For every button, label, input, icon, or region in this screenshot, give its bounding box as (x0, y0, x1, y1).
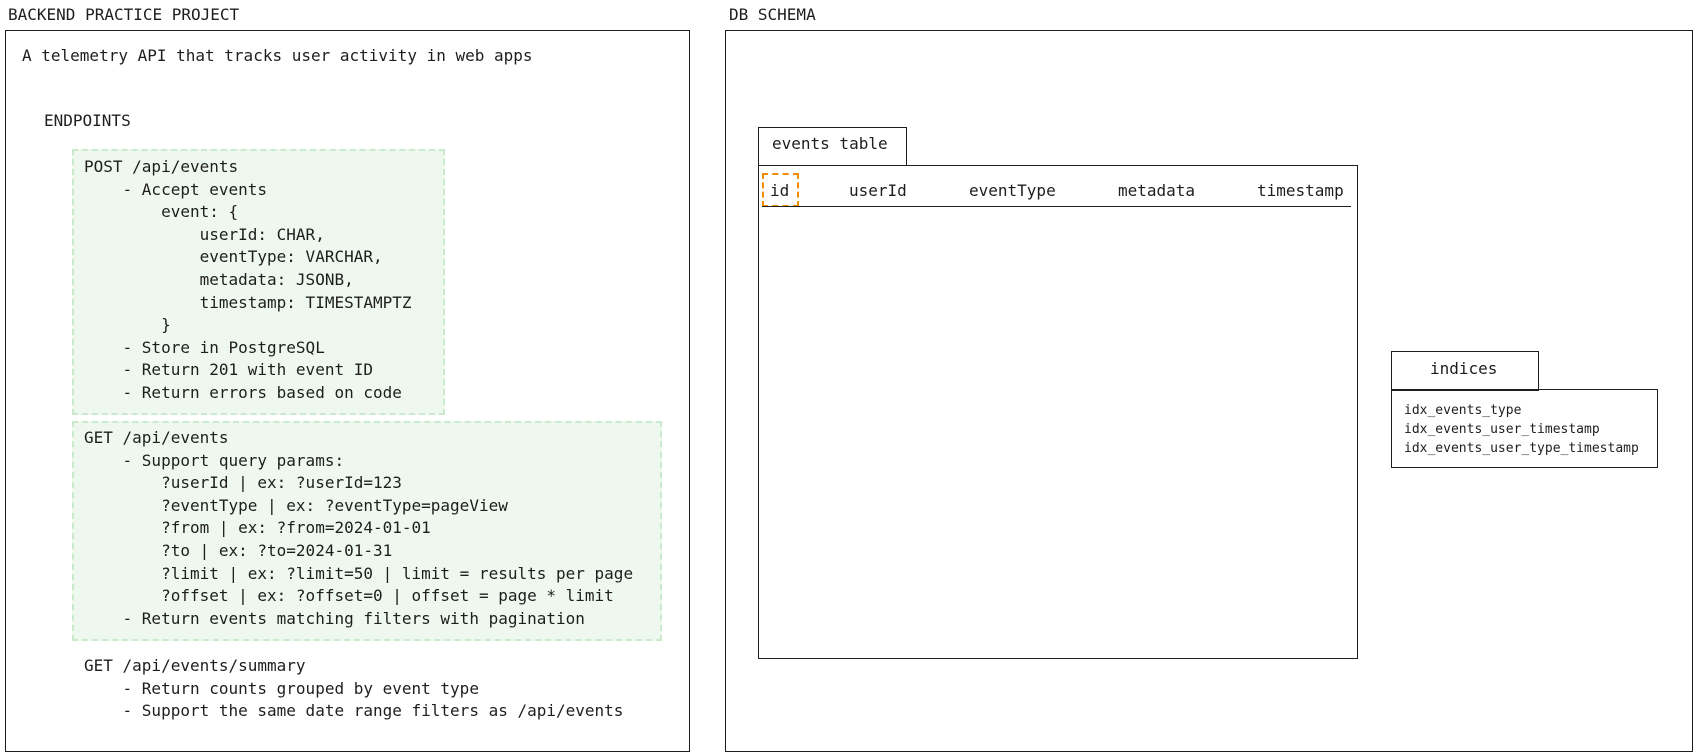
post-line: metadata: JSONB, (84, 269, 354, 289)
get-line: ?offset | ex: ?offset=0 | offset = page … (84, 586, 614, 606)
column-id: id (770, 181, 790, 200)
summary-endpoint-text: GET /api/events/summary - Return counts … (84, 655, 623, 723)
column-timestamp: timestamp (1257, 181, 1344, 200)
indices-list: idx_events_type idx_events_user_timestam… (1404, 401, 1639, 458)
summary-line: - Support the same date range filters as… (84, 701, 624, 721)
column-metadata: metadata (1118, 181, 1196, 200)
get-line: ?limit | ex: ?limit=50 | limit = results… (84, 563, 634, 583)
project-description: A telemetry API that tracks user activit… (22, 46, 533, 65)
right-frame-label: DB SCHEMA (729, 5, 816, 24)
summary-line: - Return counts grouped by event type (84, 678, 479, 698)
column-userid: userId (849, 181, 907, 200)
events-table-title: events table (772, 134, 888, 153)
get-endpoint-text: GET /api/events - Support query params: … (84, 427, 633, 630)
get-line: GET /api/events (84, 428, 229, 447)
endpoints-heading: ENDPOINTS (44, 111, 131, 130)
post-line: timestamp: TIMESTAMPTZ (84, 292, 412, 312)
post-line: event: { (84, 202, 239, 222)
index-item: idx_events_user_type_timestamp (1404, 441, 1639, 456)
get-line: ?from | ex: ?from=2024-01-01 (84, 518, 431, 538)
get-line: - Support query params: (84, 450, 345, 470)
post-line: - Accept events (84, 179, 268, 199)
post-line: - Return 201 with event ID (84, 360, 373, 380)
get-line: ?userId | ex: ?userId=123 (84, 473, 402, 493)
header-divider (762, 206, 1351, 207)
post-line: - Store in PostgreSQL (84, 337, 325, 357)
post-line: POST /api/events (84, 157, 239, 176)
post-line: } (84, 315, 171, 335)
post-line: - Return errors based on code (84, 382, 402, 402)
index-item: idx_events_user_timestamp (1404, 422, 1600, 437)
column-eventtype: eventType (969, 181, 1056, 200)
get-line: ?to | ex: ?to=2024-01-31 (84, 540, 393, 560)
get-line: - Return events matching filters with pa… (84, 608, 585, 628)
events-table-box[interactable] (758, 165, 1358, 659)
get-line: ?eventType | ex: ?eventType=pageView (84, 495, 508, 515)
post-line: eventType: VARCHAR, (84, 247, 383, 267)
post-endpoint-text: POST /api/events - Accept events event: … (84, 156, 412, 405)
post-line: userId: CHAR, (84, 224, 325, 244)
left-frame-label: BACKEND PRACTICE PROJECT (8, 5, 240, 24)
index-item: idx_events_type (1404, 403, 1522, 418)
indices-title: indices (1430, 359, 1498, 378)
summary-line: GET /api/events/summary (84, 656, 306, 675)
